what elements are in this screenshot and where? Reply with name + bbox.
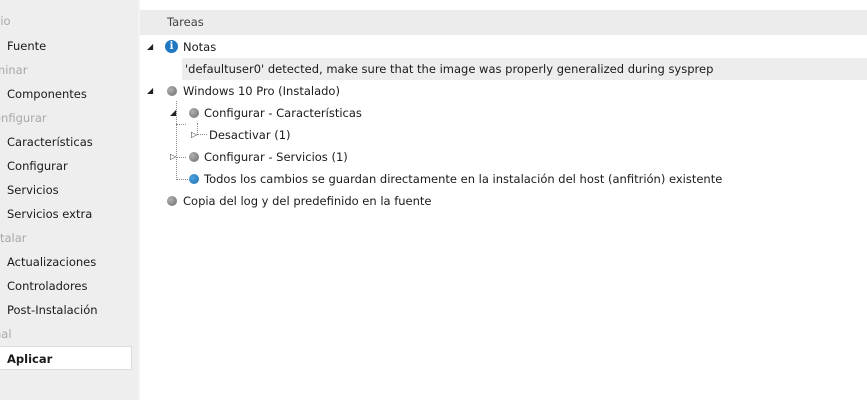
sidebar-item-caracteristicas[interactable]: Características — [0, 130, 138, 154]
sidebar-item-componentes[interactable]: Componentes — [0, 82, 138, 106]
tree-node-changes-info[interactable]: Todos los cambios se guardan directament… — [140, 168, 867, 190]
sidebar-item-aplicar[interactable]: Aplicar — [0, 346, 132, 370]
info-icon: i — [165, 40, 178, 53]
status-dot-icon — [189, 152, 199, 162]
tree-node-notas[interactable]: ◢ i Notas — [140, 36, 867, 58]
tasks-column-header[interactable]: Tareas — [140, 10, 867, 35]
collapse-arrow-icon[interactable]: ◢ — [147, 80, 153, 102]
sidebar-item-post-instalacion[interactable]: Post-Instalación — [0, 298, 138, 322]
collapse-arrow-icon[interactable]: ◢ — [170, 102, 176, 124]
tasks-panel: Tareas ◢ i Notas 'defaultuser0' detected… — [140, 0, 867, 400]
tree-node-windows[interactable]: ◢ Windows 10 Pro (Instalado) — [140, 80, 867, 102]
sidebar-item-controladores[interactable]: Controladores — [0, 274, 138, 298]
sidebar-heading-final: nal — [0, 327, 12, 341]
tree-node-note-message[interactable]: 'defaultuser0' detected, make sure that … — [182, 58, 867, 80]
status-dot-icon — [189, 174, 199, 184]
collapse-arrow-icon[interactable]: ◢ — [147, 36, 153, 58]
tree-node-config-services[interactable]: ▷ Configurar - Servicios (1) — [140, 146, 867, 168]
sidebar-item-servicios[interactable]: Servicios — [0, 178, 138, 202]
sidebar: cio Fuente minar Componentes onfigurar C… — [0, 0, 138, 400]
expand-arrow-icon[interactable]: ▷ — [170, 146, 176, 168]
sidebar-item-actualizaciones[interactable]: Actualizaciones — [0, 250, 138, 274]
tree-node-disable[interactable]: ▷ Desactivar (1) — [140, 124, 867, 146]
sidebar-heading-examinar: minar — [0, 63, 28, 77]
sidebar-heading-inicio: cio — [0, 14, 11, 28]
tree-node-copy-log[interactable]: Copia del log y del predefinido en la fu… — [140, 190, 867, 212]
status-dot-icon — [167, 196, 177, 206]
sidebar-item-servicios-extra[interactable]: Servicios extra — [0, 202, 138, 226]
status-dot-icon — [189, 108, 199, 118]
sidebar-heading-instalar: stalar — [0, 231, 27, 245]
tree-node-config-features[interactable]: ◢ Configurar - Características — [140, 102, 867, 124]
sidebar-heading-configurar: onfigurar — [0, 111, 47, 125]
sidebar-item-configurar[interactable]: Configurar — [0, 154, 138, 178]
expand-arrow-icon[interactable]: ▷ — [191, 124, 197, 146]
sidebar-item-fuente[interactable]: Fuente — [0, 34, 138, 58]
status-dot-icon — [167, 86, 177, 96]
